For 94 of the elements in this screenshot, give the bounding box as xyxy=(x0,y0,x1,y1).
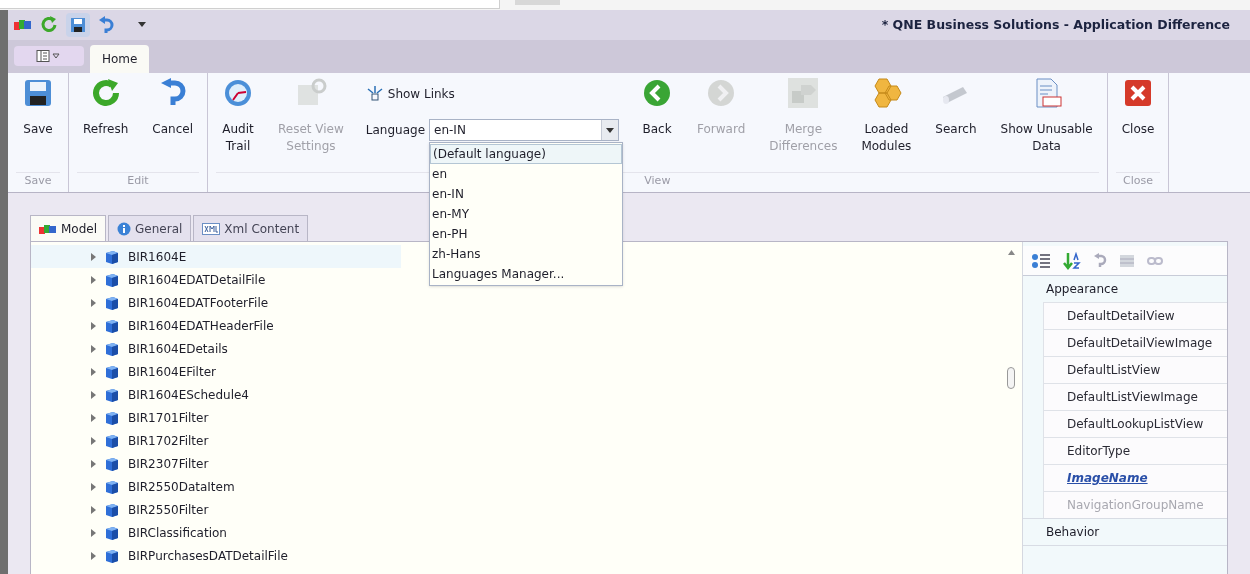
group-caption: Close xyxy=(1115,172,1161,192)
cube-icon xyxy=(104,547,120,564)
ribbon-button[interactable]: Save xyxy=(12,73,64,172)
expand-arrow-icon[interactable] xyxy=(91,551,96,560)
expand-arrow-icon[interactable] xyxy=(91,505,96,514)
undo-icon[interactable] xyxy=(98,16,114,34)
cube-icon xyxy=(104,340,120,357)
expand-arrow-icon[interactable] xyxy=(91,344,96,353)
cube-icon xyxy=(104,432,120,449)
cube-icon xyxy=(104,386,120,403)
xml-icon xyxy=(202,222,221,235)
expand-arrow-icon[interactable] xyxy=(91,436,96,445)
tree-item[interactable]: BIR1604EFilter xyxy=(31,360,401,383)
dropdown-option[interactable]: en xyxy=(430,164,623,184)
info-icon xyxy=(117,221,132,236)
ribbon-button[interactable]: Cancel xyxy=(142,73,203,172)
tree-item[interactable]: BIRPurchasesDATDetailFile xyxy=(31,544,401,567)
window-title: * QNE Business Solutions - Application Difference xyxy=(881,15,1230,34)
cubes-icon xyxy=(39,222,57,235)
ribbon-button[interactable]: Audit Trail xyxy=(212,73,264,172)
expand-arrow-icon[interactable] xyxy=(91,413,96,422)
tree-item[interactable]: BIR1604EDetails xyxy=(31,337,401,360)
cube-icon xyxy=(104,294,120,311)
ribbon-button[interactable]: Back xyxy=(631,73,684,172)
dropdown-button[interactable] xyxy=(601,120,619,140)
cube-icon xyxy=(104,317,120,334)
app-logo-icon xyxy=(14,18,32,32)
layout-icon xyxy=(36,50,62,62)
property-name[interactable]: DefaultDetailView xyxy=(1043,302,1227,329)
ribbon-button[interactable]: Search xyxy=(925,73,987,172)
cube-icon xyxy=(104,409,120,426)
property-name[interactable]: DefaultLookupListView xyxy=(1043,410,1227,437)
group-caption: Save xyxy=(16,172,60,192)
tree-item[interactable]: BIR2307Filter xyxy=(31,452,401,475)
property-category[interactable]: Behavior xyxy=(1023,519,1227,545)
property-name[interactable]: ImageName xyxy=(1043,464,1227,491)
tree-item[interactable]: BIR1702Filter xyxy=(31,429,401,452)
cube-icon xyxy=(104,363,120,380)
content-tab[interactable]: Model xyxy=(30,215,107,241)
ribbon-button[interactable]: Loaded Modules xyxy=(851,73,922,172)
property-name[interactable]: DefaultListView xyxy=(1043,356,1227,383)
ribbon-button[interactable]: Refresh xyxy=(73,73,139,172)
network-icon xyxy=(365,86,384,102)
tree-item[interactable]: BIR1701Filter xyxy=(31,406,401,429)
dropdown-option[interactable]: Languages Manager... xyxy=(430,264,623,284)
caret-icon xyxy=(606,127,615,133)
tree-item[interactable]: BIR2550DataItem xyxy=(31,475,401,498)
cube-icon xyxy=(104,524,120,541)
expand-arrow-icon[interactable] xyxy=(91,321,96,330)
ribbon-tab[interactable]: Home xyxy=(90,45,150,73)
dropdown-option[interactable]: en-MY xyxy=(430,204,623,224)
property-name[interactable]: EditorType xyxy=(1043,437,1227,464)
cube-icon xyxy=(104,478,120,495)
scroll-up-icon[interactable] xyxy=(1007,250,1015,255)
ribbon-button[interactable]: Close xyxy=(1111,73,1165,172)
language-label: Language xyxy=(365,122,426,139)
tree-item[interactable]: BIR1604EDATDetailFile xyxy=(31,268,401,291)
tree-item[interactable]: BIRClassification xyxy=(31,521,401,544)
expand-arrow-icon[interactable] xyxy=(91,275,96,284)
group-caption: Edit xyxy=(77,172,199,192)
dropdown-caret-icon[interactable] xyxy=(138,22,146,28)
show-links-button[interactable]: Show Links xyxy=(365,85,620,103)
scrollbar-thumb[interactable] xyxy=(1007,367,1015,389)
dropdown-option[interactable]: en-IN xyxy=(430,184,623,204)
clock-icon xyxy=(222,77,254,109)
cube-icon xyxy=(104,501,120,518)
tree-item[interactable]: BIR1604E xyxy=(31,245,401,268)
expand-arrow-icon[interactable] xyxy=(91,390,96,399)
merge-icon xyxy=(787,77,820,109)
tree-item[interactable]: BIR2550Filter xyxy=(31,498,401,521)
property-name[interactable]: DefaultDetailViewImage xyxy=(1043,329,1227,356)
expand-arrow-icon[interactable] xyxy=(91,482,96,491)
property-name[interactable]: DefaultListViewImage xyxy=(1043,383,1227,410)
tree-item[interactable]: BIR1604ESchedule4 xyxy=(31,383,401,406)
content-tab[interactable]: General xyxy=(108,215,192,241)
expand-arrow-icon[interactable] xyxy=(91,528,96,537)
cube-icon xyxy=(104,271,120,288)
dropdown-option[interactable]: (Default language) xyxy=(430,144,623,164)
sort-az-icon[interactable] xyxy=(1063,251,1081,270)
expand-arrow-icon[interactable] xyxy=(91,298,96,307)
expand-arrow-icon[interactable] xyxy=(91,252,96,261)
cube-icon xyxy=(104,248,120,265)
categorized-icon[interactable] xyxy=(1031,251,1051,270)
property-category[interactable]: Appearance xyxy=(1023,276,1227,302)
expand-arrow-icon[interactable] xyxy=(91,459,96,468)
dropdown-option[interactable]: en-PH xyxy=(430,224,623,244)
cube-icon xyxy=(104,455,120,472)
content-tab[interactable]: Xml Content xyxy=(193,215,309,241)
ribbon-button[interactable]: Show Unusable Data xyxy=(990,73,1103,172)
tree-item[interactable]: BIR1604EDATFooterFile xyxy=(31,291,401,314)
tree-item[interactable]: BIR1604EDATHeaderFile xyxy=(31,314,401,337)
dropdown-option[interactable]: zh-Hans xyxy=(430,244,623,264)
expand-arrow-icon[interactable] xyxy=(91,367,96,376)
app-menu-button[interactable] xyxy=(14,46,84,66)
